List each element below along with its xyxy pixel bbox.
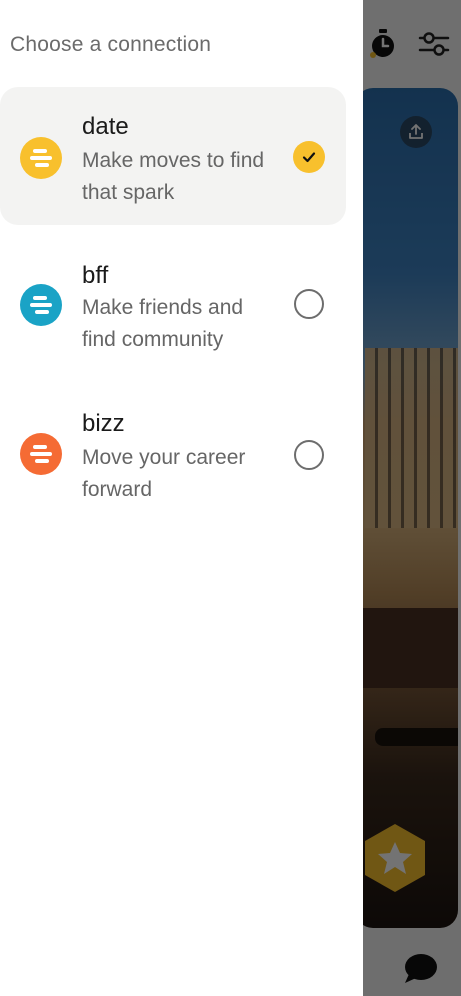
radio-unselected-icon[interactable] bbox=[294, 440, 324, 470]
connection-option-date[interactable]: date Make moves to find that spark bbox=[0, 87, 346, 225]
drawer-title: Choose a connection bbox=[10, 33, 212, 56]
option-description: Make moves to find that spark bbox=[82, 149, 265, 204]
option-name: bizz bbox=[82, 410, 125, 437]
radio-unselected-icon[interactable] bbox=[294, 289, 324, 319]
connection-option-bff[interactable]: bff Make friends and find community bbox=[0, 240, 346, 378]
bizz-mode-icon bbox=[20, 433, 62, 475]
date-mode-icon bbox=[20, 137, 62, 179]
option-name: bff bbox=[82, 262, 109, 289]
connection-option-bizz[interactable]: bizz Move your career forward bbox=[0, 390, 346, 528]
connection-drawer: Choose a connection date Make moves to f… bbox=[0, 0, 363, 996]
option-description: Make friends and find community bbox=[82, 296, 244, 351]
option-name: date bbox=[82, 113, 129, 140]
checkmark-selected-icon[interactable] bbox=[293, 141, 325, 173]
option-description: Move your career forward bbox=[82, 446, 246, 501]
bff-mode-icon bbox=[20, 284, 62, 326]
